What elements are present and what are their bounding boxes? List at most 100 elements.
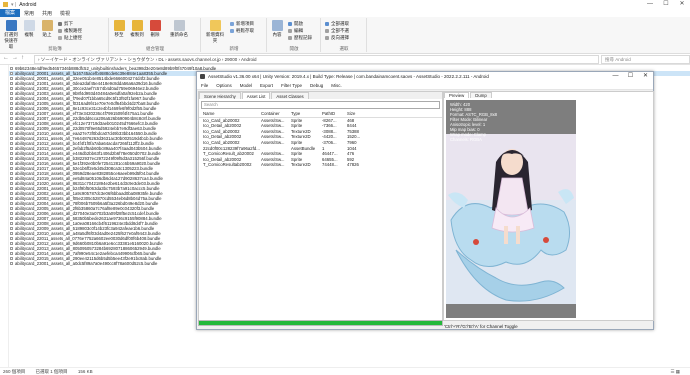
menu-file[interactable]: File [197,83,212,88]
paste-button[interactable]: 貼上 [40,20,54,38]
file-icon [10,87,13,90]
edit-icon [288,29,292,33]
explorer-titlebar: ▾ | Android — ☐ ✕ [0,0,690,9]
menu-debug[interactable]: Debug [306,83,327,88]
pin-icon [5,20,17,31]
tab-dump[interactable]: Dump [470,92,492,98]
tab-view[interactable]: 檢視 [56,10,74,17]
move-to-icon [113,20,125,31]
file-icon [10,107,13,110]
progress-bar [198,320,443,326]
open-icon [288,22,292,26]
cut-button[interactable]: 剪下 [58,21,73,27]
move-to-button[interactable]: 移至 [112,20,126,38]
copy-button[interactable]: 複製 [22,20,36,38]
asset-search-input[interactable]: Search [201,101,440,109]
file-icon [10,162,13,165]
delete-button[interactable]: 刪除 [148,20,162,38]
menu-filter-type[interactable]: Filter Type [277,83,306,88]
asset-pathid: 74448... [322,162,338,168]
paste-shortcut-icon [58,36,62,40]
texture-info-line: Channels: RGBA [450,137,482,142]
copy-to-icon [131,20,143,31]
asset-row[interactable]: T_ComicoResultab20002 Assets/Sw... Texture… [199,162,442,168]
file-icon [10,217,13,220]
address-bar[interactable]: › ソーイケード・オンライン ヴァリアント・ショウダウン › DL › asse… [34,55,599,64]
quick-access-toolbar[interactable]: ▾ | [11,2,16,8]
new-item-button[interactable]: 新增項目 [230,21,254,27]
file-icon [10,247,13,250]
properties-button[interactable]: 內容 [270,20,284,38]
select-none-button[interactable]: 全部不選 [325,28,349,34]
file-icon [10,232,13,235]
selected-count: 已選取 1 個項目 [35,369,68,374]
file-icon [10,192,13,195]
nav-buttons[interactable]: ←→↑ [3,55,27,61]
preview-pane: Preview Dump Width: 420 Height: 888 Format… [443,91,654,329]
maximize-button[interactable]: ☐ [658,0,674,9]
col-type[interactable]: Type [291,111,300,117]
copy-path-button[interactable]: 複製路徑 [58,28,82,34]
address-row: ←→↑ › ソーイケード・オンライン ヴァリアント・ショウダウン › DL › … [0,54,690,65]
easy-access-icon [230,29,234,33]
rename-button[interactable]: 重新命名 [168,20,190,38]
file-icon [10,127,13,130]
history-button[interactable]: 歷程記錄 [288,35,312,41]
studio-title: AssetStudio v1.36.00 x64 | Unity Version… [208,74,489,79]
tab-preview[interactable]: Preview [444,92,470,98]
tab-scene-hierarchy[interactable]: Scene Hierarchy [199,92,241,99]
organize-group: 移至 複製到 刪除 重新命名 組合管理 [110,18,201,52]
file-icon [10,92,13,95]
delete-icon [149,20,161,31]
asset-container: Assets/Sw... [261,162,285,168]
new-folder-button[interactable]: 新增資料夾 [204,20,226,44]
tab-asset-classes[interactable]: Asset Classes [271,92,309,99]
studio-maximize-button[interactable]: ☐ [623,72,638,81]
menu-options[interactable]: Options [212,83,236,88]
new-group: 新增資料夾 新增項目 輕鬆存取 新增 [202,18,267,52]
properties-icon [271,20,283,31]
paste-shortcut-button[interactable]: 貼上捷徑 [58,35,82,41]
left-tabs: Scene Hierarchy Asset List Asset Classes [199,92,442,99]
file-icon [10,137,13,140]
file-icon [10,172,13,175]
menu-misc[interactable]: Misc. [327,83,346,88]
minimize-button[interactable]: — [642,0,658,9]
menu-export[interactable]: Export [256,83,277,88]
file-icon [10,222,13,225]
copy-path-icon [58,29,62,33]
invert-selection-icon [325,36,329,40]
new-item-icon [230,22,234,26]
file-icon [10,197,13,200]
tab-asset-list[interactable]: Asset List [241,92,271,99]
file-icon [10,97,13,100]
file-icon [10,187,13,190]
tab-file[interactable]: 檔案 [0,9,21,17]
close-button[interactable]: ✕ [674,0,690,9]
select-all-button[interactable]: 全部選取 [325,21,349,27]
asset-name: T_ComicoResultab20002 [203,162,252,168]
right-tabs: Preview Dump [444,92,653,98]
col-size[interactable]: Size [347,111,355,117]
clipboard-group: 釘選到快速存取 複製 貼上 剪下 複製路徑 貼上捷徑 剪貼簿 [2,18,109,52]
file-icon [10,77,13,80]
navigation-pane[interactable] [0,65,9,367]
ribbon: 釘選到快速存取 複製 貼上 剪下 複製路徑 貼上捷徑 剪貼簿 移至 複製到 刪除… [0,17,690,54]
studio-minimize-button[interactable]: — [608,72,623,81]
file-icon [10,72,13,75]
easy-access-button[interactable]: 輕鬆存取 [230,28,254,34]
menu-model[interactable]: Model [236,83,256,88]
search-input[interactable]: 搜尋 Android [601,55,690,64]
tab-share[interactable]: 共用 [38,10,56,17]
open-button[interactable]: 開啟 [288,21,303,27]
copy-to-button[interactable]: 複製到 [130,20,144,38]
tab-home[interactable]: 常用 [20,10,38,17]
file-icon [10,177,13,180]
invert-selection-button[interactable]: 反向選擇 [325,35,349,41]
studio-close-button[interactable]: ✕ [638,72,653,81]
edit-button[interactable]: 編輯 [288,28,303,34]
col-container[interactable]: Container [261,111,280,117]
col-pathid[interactable]: PathID [322,111,335,117]
new-folder-icon [209,20,221,31]
col-name[interactable]: Name [203,111,214,117]
